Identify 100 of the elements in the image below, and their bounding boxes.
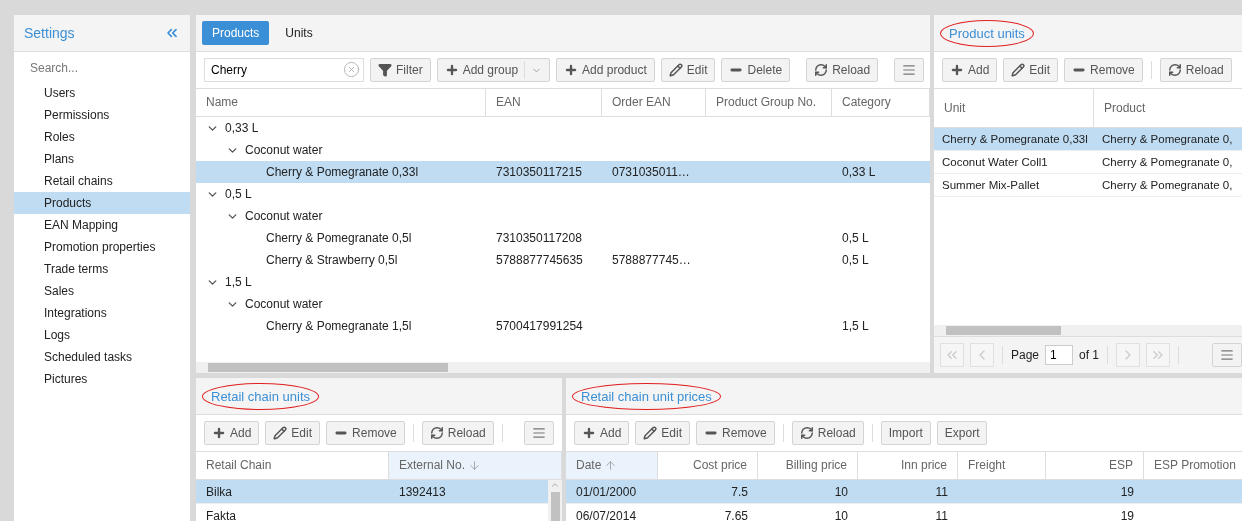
sidebar-item[interactable]: Retail chains <box>14 170 190 192</box>
sidebar-title: Settings <box>24 25 75 41</box>
table-cell: Fakta <box>206 508 236 521</box>
scrollbar[interactable] <box>548 480 562 521</box>
sidebar-item[interactable]: Trade terms <box>14 258 190 280</box>
reload-button[interactable]: Reload <box>791 421 864 445</box>
tab[interactable]: Units <box>275 21 323 45</box>
menu-button[interactable] <box>524 421 554 445</box>
table-cell: 06/07/2014 <box>576 508 637 521</box>
add-button[interactable]: Add <box>204 421 260 445</box>
selected-row[interactable]: 01/01/2000 7.5 10 11 19 <box>566 480 1242 504</box>
scroll-up-icon[interactable] <box>550 480 560 490</box>
panel-title: Retail chain unit prices <box>581 388 712 404</box>
remove-button[interactable]: Remove <box>1064 58 1143 82</box>
sidebar-item[interactable]: Logs <box>14 324 190 346</box>
selected-row[interactable]: Cherry & Pomegranate 0,33l Cherry & Pomegranate 0, <box>934 128 1242 151</box>
toolbar-button[interactable]: Export <box>936 421 988 445</box>
selected-row[interactable]: Bilka 1392413 <box>196 480 548 504</box>
remove-button[interactable]: Remove <box>326 421 405 445</box>
table-cell: 01/01/2000 <box>576 484 637 499</box>
table-cell: 5788877745… <box>612 253 691 267</box>
edit-button[interactable]: Edit <box>660 58 716 82</box>
last-page-button[interactable] <box>1146 343 1171 367</box>
menu-icon <box>1220 348 1234 362</box>
add-button[interactable]: Add product <box>556 58 655 82</box>
filter-button[interactable]: Filter <box>370 58 431 82</box>
table-cell: Cherry & Pomegranate 0,33l <box>942 133 1088 145</box>
pencil-icon <box>643 426 658 440</box>
first-page-button[interactable] <box>940 343 964 367</box>
table-cell: 10 <box>834 484 848 499</box>
filter-icon <box>378 63 392 77</box>
sidebar-item[interactable]: Products <box>14 192 190 214</box>
reload-button[interactable]: Reload <box>806 58 879 82</box>
pencil-icon <box>1011 63 1026 77</box>
group-label: Coconut water <box>245 143 323 157</box>
sidebar-item[interactable]: Roles <box>14 126 190 148</box>
panel-title: Product units <box>949 25 1025 41</box>
sidebar-item[interactable]: Integrations <box>14 302 190 324</box>
add-button[interactable]: Add <box>574 421 630 445</box>
table-cell: 5700417991254 <box>496 319 583 333</box>
table-cell: 7310350117215 <box>496 165 582 179</box>
add-button[interactable]: Add <box>942 58 998 82</box>
table-cell: 7.65 <box>724 508 748 521</box>
remove-button[interactable]: Remove <box>696 421 775 445</box>
sidebar-item[interactable]: EAN Mapping <box>14 214 190 236</box>
panel-title: Retail chain units <box>211 388 310 404</box>
table-cell: 0,33 L <box>842 165 876 179</box>
table-cell: Cherry & Pomegranate 0, <box>1102 133 1233 145</box>
table-cell: 1,5 L <box>842 319 869 333</box>
plus-icon <box>950 63 964 77</box>
group-label: Coconut water <box>245 209 323 223</box>
table-cell: 1392413 <box>399 484 446 499</box>
table-cell: 0731035011… <box>612 165 690 179</box>
sidebar-item[interactable]: Permissions <box>14 104 190 126</box>
group-label: 0,5 L <box>225 187 252 201</box>
group-label: 1,5 L <box>225 275 252 289</box>
table-cell: 19 <box>1120 508 1134 521</box>
clear-icon[interactable] <box>343 61 360 78</box>
sidebar-item[interactable]: Sales <box>14 280 190 302</box>
page-field[interactable]: 1 <box>1045 345 1074 365</box>
table-cell: Coconut Water Coll1 <box>942 156 1048 168</box>
column-header[interactable]: External No. <box>389 452 562 479</box>
menu-icon <box>902 63 917 77</box>
table-cell: 5788877745635 <box>496 253 583 267</box>
table-cell: 11 <box>935 484 948 499</box>
page-label: Page <box>1011 348 1040 362</box>
reload-button[interactable]: Reload <box>1159 58 1232 82</box>
table-cell: 0,5 L <box>842 253 869 267</box>
sidebar-item[interactable]: Promotion properties <box>14 236 190 258</box>
edit-button[interactable]: Edit <box>635 421 691 445</box>
menu-button[interactable] <box>1212 343 1242 367</box>
product-name: Cherry & Pomegranate 0,5l <box>266 231 412 245</box>
sidebar-item[interactable]: Plans <box>14 148 190 170</box>
sidebar-item[interactable]: Users <box>14 82 190 104</box>
sidebar-item[interactable]: Pictures <box>14 368 190 390</box>
edit-button[interactable]: Edit <box>265 421 321 445</box>
edit-button[interactable]: Edit <box>1003 58 1059 82</box>
table-cell: 0,5 L <box>842 231 869 245</box>
scrollbar[interactable] <box>934 325 1242 336</box>
group-label: Coconut water <box>245 297 323 311</box>
table-cell: Bilka <box>206 484 232 499</box>
column-header[interactable]: Date <box>566 452 658 479</box>
reload-icon <box>429 426 444 440</box>
group-label: 0,33 L <box>225 121 259 135</box>
menu-icon <box>532 426 546 440</box>
menu-button[interactable] <box>894 58 925 82</box>
add-button[interactable]: Add group <box>436 58 551 82</box>
reload-button[interactable]: Reload <box>421 421 494 445</box>
plus-icon <box>564 63 579 77</box>
sidebar-item[interactable]: Scheduled tasks <box>14 346 190 368</box>
remove-button[interactable]: Delete <box>721 58 791 82</box>
table-cell: Summer Mix-Pallet <box>942 179 1040 191</box>
selected-tree-row[interactable]: Cherry & Pomegranate 0,33l 7310350117215 0731035011… 0,33 L <box>196 161 930 183</box>
plus-icon <box>582 426 596 440</box>
page-count: of 1 <box>1079 348 1100 362</box>
table-cell: 7.5 <box>731 484 748 499</box>
toolbar-button[interactable]: Import <box>880 421 931 445</box>
search-field[interactable]: Cherry <box>204 58 364 82</box>
scrollbar[interactable] <box>196 362 930 373</box>
plus-icon <box>444 63 459 77</box>
